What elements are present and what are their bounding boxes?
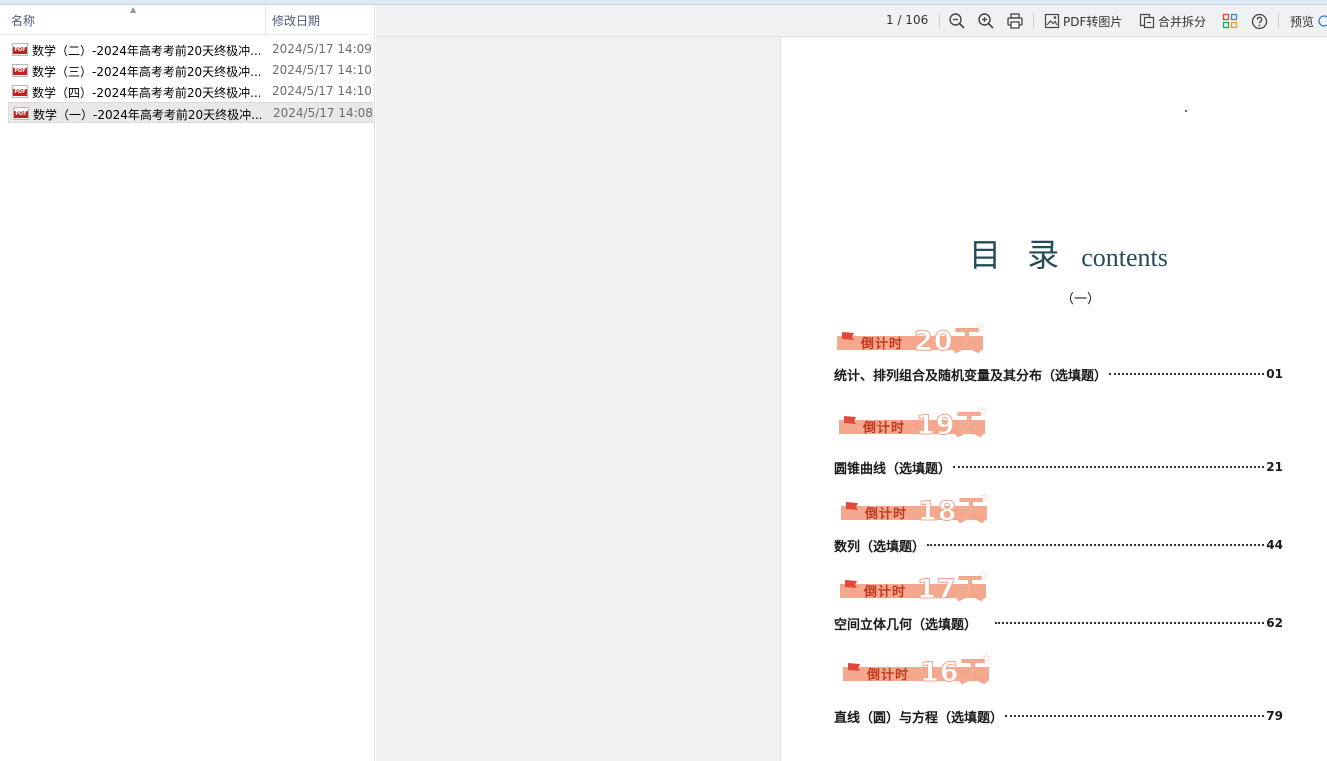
zoom-out-icon <box>949 13 965 29</box>
window: ▲ 名称 修改日期 PDF 数学（二）-2024年高考考前20天终极冲... 2… <box>0 0 1327 761</box>
pdf-to-image-button[interactable]: PDF转图片 <box>1044 10 1122 32</box>
toc-subtitle: （一） <box>1061 292 1101 307</box>
toc-entry-page: 62 <box>1266 616 1283 630</box>
merge-split-button[interactable]: 合并拆分 <box>1139 10 1206 32</box>
toc-entry-title: 圆锥曲线（选填题） <box>834 461 952 477</box>
toc-title-zh: 目 录 <box>969 236 1068 274</box>
merge-split-icon <box>1139 13 1155 29</box>
countdown-days: 19天 <box>916 410 984 442</box>
toc-entry-title: 直线（圆）与方程（选填题） <box>834 710 1004 726</box>
toc-entry-title: 统计、排列组合及随机变量及其分布（选填题） <box>834 368 1108 384</box>
toc-entry[interactable]: 直线（圆）与方程（选填题） 79 <box>834 707 1283 726</box>
countdown-days: 20天 <box>914 326 982 358</box>
zoom-in-icon <box>978 13 994 29</box>
file-list-pane: ▲ 名称 修改日期 PDF 数学（二）-2024年高考考前20天终极冲... 2… <box>0 5 375 761</box>
flag-icon <box>844 416 856 424</box>
star-icon: ☆ <box>979 490 990 504</box>
flag-icon <box>842 332 854 340</box>
file-date: 2024/5/17 14:10 <box>272 63 372 77</box>
toc-entry-page: 01 <box>1266 367 1283 381</box>
column-header-name[interactable]: 名称 <box>11 12 35 29</box>
file-name: 数学（一）-2024年高考考前20天终极冲... <box>33 108 261 122</box>
toc-title: 目 录 contents <box>969 230 1168 276</box>
toc-entry-page: 79 <box>1266 709 1283 723</box>
toc-entry[interactable]: 数列（选填题） 44 <box>834 536 1283 555</box>
flag-icon <box>845 580 857 588</box>
flag-icon <box>848 663 860 671</box>
countdown-banner: 倒计时 18天 ☆ <box>841 490 1001 528</box>
file-name: 数学（四）-2024年高考考前20天终极冲... <box>32 86 260 100</box>
file-date: 2024/5/17 14:10 <box>272 84 372 98</box>
merge-split-label: 合并拆分 <box>1158 14 1207 29</box>
pdf-to-image-label: PDF转图片 <box>1063 14 1123 29</box>
file-row-selected[interactable]: PDF 数学（一）-2024年高考考前20天终极冲... 2024/5/17 1… <box>8 102 373 123</box>
star-icon: ☆ <box>977 404 988 418</box>
preview-toolbar: 1 / 106 PDF转图片 合并拆分 预览 <box>376 5 1327 37</box>
file-date: 2024/5/17 14:08 <box>273 106 373 120</box>
file-list: PDF 数学（二）-2024年高考考前20天终极冲... 2024/5/17 1… <box>8 39 373 123</box>
column-divider[interactable] <box>265 5 266 35</box>
page-mark <box>1185 110 1187 112</box>
column-header-date[interactable]: 修改日期 <box>272 12 320 29</box>
countdown-days: 17天 <box>917 574 985 606</box>
countdown-days: 18天 <box>918 496 986 528</box>
flag-icon <box>846 502 858 510</box>
toolbar-divider <box>939 13 940 29</box>
toc-entry-title: 数列（选填题） <box>834 539 926 555</box>
toolbar-divider <box>1278 13 1279 29</box>
help-button[interactable] <box>1251 10 1268 32</box>
toggle-icon <box>1318 15 1327 27</box>
image-convert-icon <box>1044 13 1060 29</box>
star-icon: ☆ <box>978 568 989 582</box>
countdown-banner: 倒计时 17天 ☆ <box>840 568 1000 606</box>
star-icon: ☆ <box>981 651 992 665</box>
toolbar-divider <box>1033 13 1034 29</box>
file-name: 数学（三）-2024年高考考前20天终极冲... <box>32 65 260 79</box>
help-icon <box>1251 13 1268 29</box>
sort-ascending-icon: ▲ <box>130 5 137 14</box>
print-button[interactable] <box>1006 10 1024 32</box>
file-row[interactable]: PDF 数学（三）-2024年高考考前20天终极冲... 2024/5/17 1… <box>8 60 373 81</box>
preview-label: 预览 <box>1290 14 1315 29</box>
toc-entry-title: 空间立体几何（选填题） <box>834 617 978 633</box>
zoom-out-button[interactable] <box>948 10 966 32</box>
document-page: 目 录 contents （一） 倒计时 20天 ☆ 统计、排列组合及随机变量及其… <box>780 38 1327 761</box>
column-header: ▲ 名称 修改日期 <box>0 5 374 35</box>
toc-entry-page: 44 <box>1266 538 1283 552</box>
toc-entry-page: 21 <box>1266 460 1283 474</box>
pdf-file-icon: PDF <box>12 64 28 77</box>
pdf-file-icon: PDF <box>13 107 29 120</box>
pdf-file-icon: PDF <box>12 43 28 56</box>
apps-grid-icon <box>1222 13 1238 29</box>
preview-toggle-button[interactable]: 预览 <box>1290 10 1327 32</box>
file-date: 2024/5/17 14:09 <box>272 42 372 56</box>
star-icon: ☆ <box>975 320 986 334</box>
pdf-file-icon: PDF <box>12 85 28 98</box>
zoom-in-button[interactable] <box>977 10 995 32</box>
toc-entry[interactable]: 圆锥曲线（选填题） 21 <box>834 458 1283 477</box>
file-row[interactable]: PDF 数学（四）-2024年高考考前20天终极冲... 2024/5/17 1… <box>8 81 373 102</box>
countdown-banner: 倒计时 19天 ☆ <box>839 404 999 442</box>
toc-entry[interactable]: 空间立体几何（选填题） 62 <box>834 614 1283 633</box>
countdown-banner: 倒计时 20天 ☆ <box>837 320 997 358</box>
countdown-banner: 倒计时 16天 ☆ <box>843 651 1003 689</box>
file-name: 数学（二）-2024年高考考前20天终极冲... <box>32 44 260 58</box>
printer-icon <box>1007 13 1023 29</box>
toc-title-en: contents <box>1081 243 1168 272</box>
countdown-days: 16天 <box>920 657 988 689</box>
file-row[interactable]: PDF 数学（二）-2024年高考考前20天终极冲... 2024/5/17 1… <box>8 39 373 60</box>
toc-entry[interactable]: 统计、排列组合及随机变量及其分布（选填题） 01 <box>834 365 1283 384</box>
page-indicator[interactable]: 1 / 106 <box>886 13 928 27</box>
apps-button[interactable] <box>1222 10 1238 32</box>
preview-pane: 1 / 106 PDF转图片 合并拆分 预览 目 录 contents （一） … <box>376 5 1327 761</box>
